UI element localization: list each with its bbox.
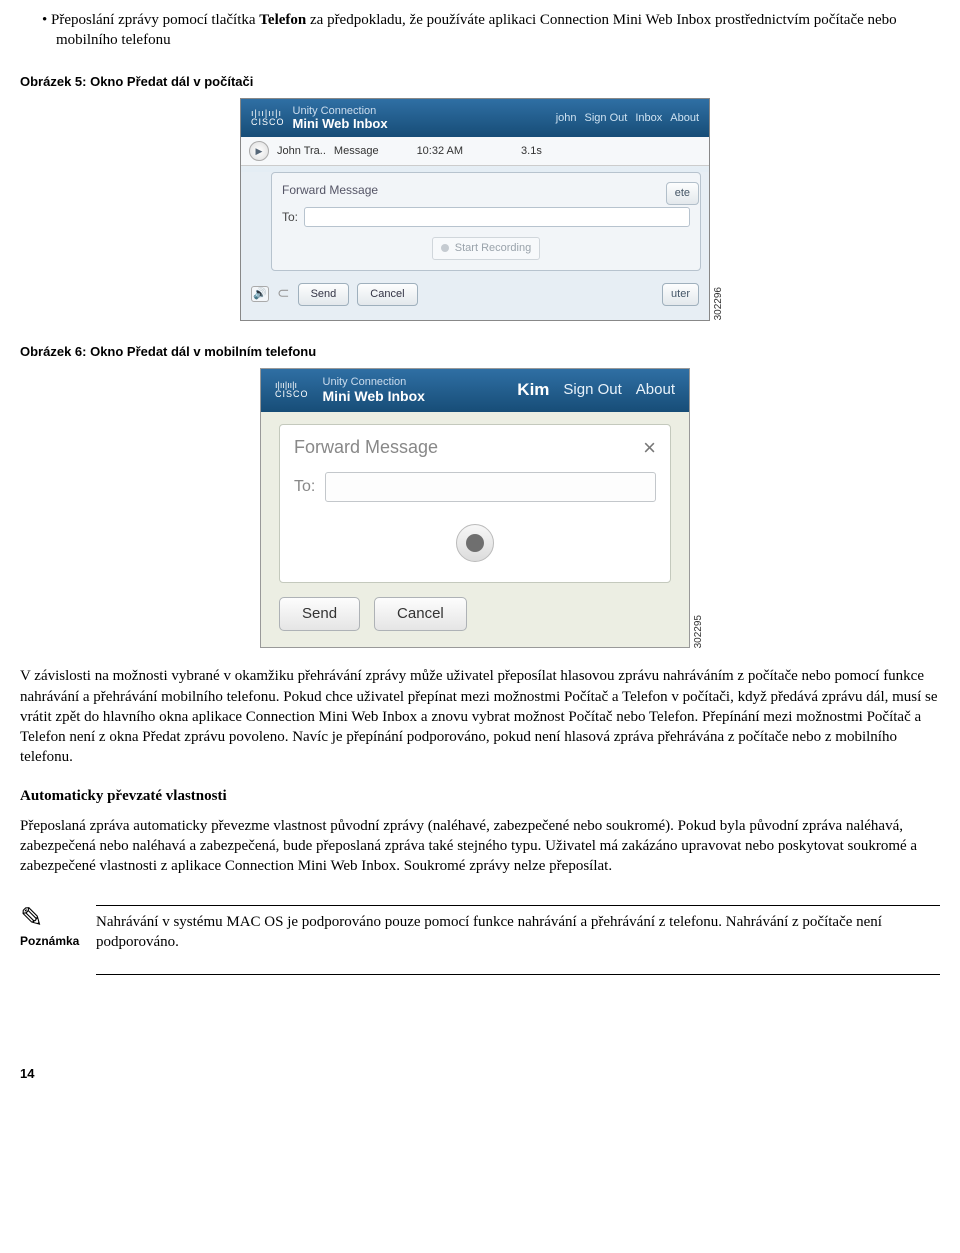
msg-time: 10:32 AM (417, 144, 463, 159)
msg-subject: Message (334, 144, 379, 159)
forward-title: Forward Message (294, 435, 438, 459)
msg-from: John Tra.. (277, 144, 326, 159)
start-rec-label: Start Recording (455, 241, 531, 256)
ete-fragment: ete (666, 182, 699, 205)
note-label: Poznámka (20, 933, 80, 949)
app-brand: Unity Connection Mini Web Inbox (323, 377, 425, 403)
brand-line2: Mini Web Inbox (323, 389, 425, 404)
send-button[interactable]: Send (279, 597, 360, 631)
paragraph-auto-properties: Přeposlaná zpráva automaticky převezme v… (20, 816, 940, 877)
figure5-caption: Obrázek 5: Okno Předat dál v počítači (20, 73, 940, 91)
forward-card: Forward Message × To: Start Recording (271, 172, 701, 270)
bullet-bold: Telefon (259, 12, 306, 28)
inbox-link[interactable]: Inbox (635, 111, 662, 126)
note-icon: ✎ (20, 905, 80, 933)
figure5-frame: ı|ıı|ıı|ıCISCO Unity Connection Mini Web… (20, 98, 940, 321)
subheading-auto-properties: Automaticky převzaté vlastnosti (20, 786, 940, 806)
cancel-button[interactable]: Cancel (357, 283, 417, 306)
user-label: Kim (517, 379, 549, 402)
figure6-caption: Obrázek 6: Okno Předat dál v mobilním te… (20, 343, 940, 361)
to-label: To: (282, 209, 298, 225)
play-icon[interactable]: ▶ (249, 141, 269, 161)
forward-title: Forward Message (282, 182, 378, 198)
user-label: john (556, 111, 577, 126)
close-icon[interactable]: × (643, 433, 656, 463)
figure6-frame: ı|ıı|ıı|ıCISCO Unity Connection Mini Web… (20, 368, 940, 648)
figure5-id: 302296 (712, 287, 726, 320)
bullet-forward-phone: Přeposlání zprávy pomocí tlačítka Telefo… (42, 10, 940, 51)
record-button[interactable] (456, 524, 494, 562)
to-input[interactable] (325, 472, 656, 502)
message-row[interactable]: ▶ John Tra.. Message 10:32 AM 3.1s (241, 137, 709, 166)
about-link[interactable]: About (636, 380, 675, 400)
to-label: To: (294, 476, 315, 498)
signout-link[interactable]: Sign Out (585, 111, 628, 126)
record-dot-icon (441, 244, 449, 252)
speaker-icon[interactable]: 🔊 (251, 286, 269, 302)
record-dot-icon (466, 534, 484, 552)
signout-link[interactable]: Sign Out (563, 380, 621, 400)
mobile-footer: Send Cancel (261, 597, 689, 647)
note-text: Nahrávání v systému MAC OS je podporován… (96, 914, 882, 950)
send-button[interactable]: Send (298, 283, 350, 306)
msg-duration: 3.1s (521, 144, 542, 159)
to-input[interactable] (304, 207, 690, 227)
desk-header: ı|ıı|ıı|ıCISCO Unity Connection Mini Web… (241, 99, 709, 137)
cancel-button[interactable]: Cancel (374, 597, 467, 631)
start-recording-button[interactable]: Start Recording (432, 237, 540, 260)
uter-fragment: uter (662, 283, 699, 306)
mobile-body: Forward Message × To: (261, 412, 689, 598)
paragraph-playback-options: V závislosti na možnosti vybrané v okamž… (20, 666, 940, 767)
figure6-screenshot: ı|ıı|ıı|ıCISCO Unity Connection Mini Web… (260, 368, 690, 648)
cisco-logo: ı|ıı|ıı|ıCISCO (275, 381, 309, 399)
brand-line2: Mini Web Inbox (293, 117, 388, 131)
desk-body: ete Forward Message × To: Start Recordin… (241, 172, 709, 319)
forward-card: Forward Message × To: (279, 424, 671, 584)
figure6-id: 302295 (692, 615, 706, 648)
cisco-logo: ı|ıı|ıı|ıCISCO (251, 109, 285, 127)
page-number: 14 (20, 1065, 940, 1083)
app-brand: Unity Connection Mini Web Inbox (293, 105, 388, 131)
bullet-pre: Přeposlání zprávy pomocí tlačítka (51, 12, 259, 28)
mobile-header: ı|ıı|ıı|ıCISCO Unity Connection Mini Web… (261, 369, 689, 411)
desk-footer: 🔊 ⊂ Send Cancel uter (241, 277, 709, 314)
figure5-screenshot: ı|ıı|ıı|ıCISCO Unity Connection Mini Web… (240, 98, 710, 321)
about-link[interactable]: About (670, 111, 699, 126)
note-block: ✎ Poznámka Nahrávání v systému MAC OS je… (20, 905, 940, 976)
